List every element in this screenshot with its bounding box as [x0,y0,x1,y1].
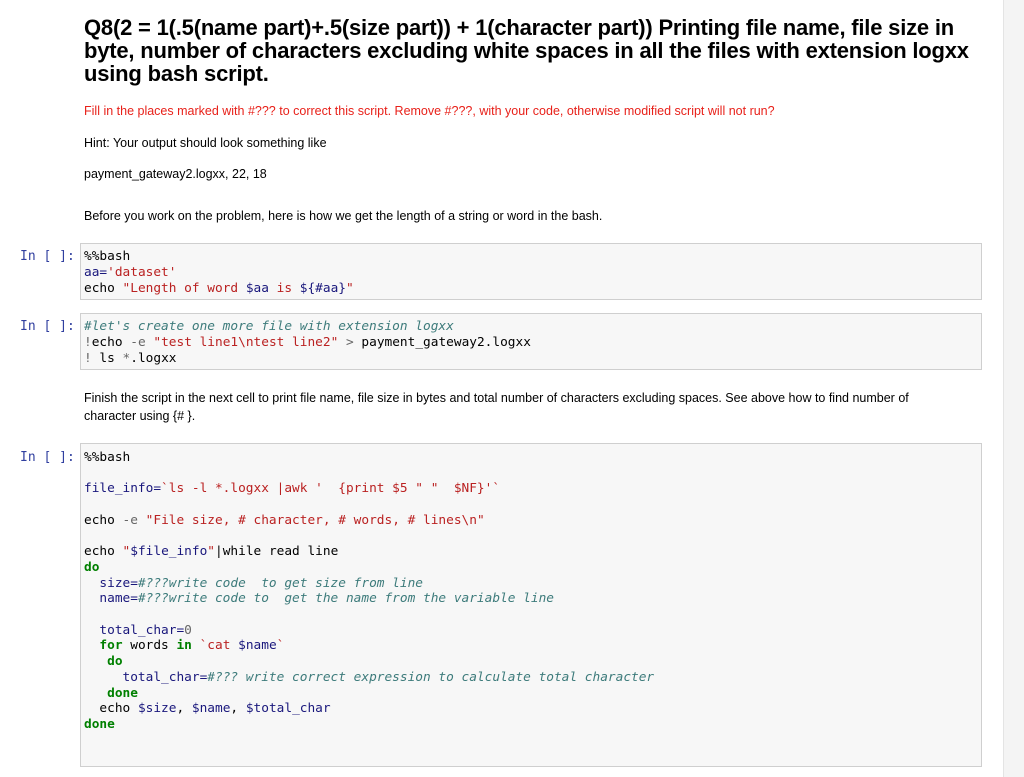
code-token: aa= [84,265,108,280]
code-token: "File size, # character, # words, # line… [145,512,485,528]
code-token: #let's create one more file with extensi… [84,319,454,334]
code-token: echo [91,335,131,350]
code-token: %%bash [84,249,131,264]
code-token: payment_gateway2.logxx [361,335,531,350]
code-token: in [176,638,192,654]
code-token: echo [84,512,123,528]
code-token: -e [122,512,146,528]
code-token: %%bash [84,450,131,465]
code-token: do [84,654,123,670]
code-token: .logxx [130,351,177,366]
code-token: ls [99,351,123,366]
code-token: `cat [191,638,239,654]
code-token: done [84,685,138,701]
code-token: total_char= [84,622,185,638]
finish-text-line1: Finish the script in the next cell to pr… [84,391,909,405]
code-token: ` [276,638,285,654]
instruction-text: Fill in the places marked with #??? to c… [84,104,775,118]
code-token: $file_info [130,544,208,560]
code-token: echo [84,281,123,296]
code-token: $name [191,701,231,717]
code-token: name= [84,591,138,607]
code-token: " [207,544,216,560]
code-token: $aa [245,281,269,296]
code-token: ! [84,335,92,350]
code-token: , [230,701,246,717]
example-output-text: payment_gateway2.logxx, 22, 18 [84,167,267,181]
code-token: 'dataset' [107,265,177,280]
finish-text-line2: character using {# }. [84,409,196,423]
code-token: #???write code to get size from line [137,575,423,591]
code-token: ${#aa} [299,281,346,296]
code-token: for [84,638,123,654]
code-token: " [346,281,354,296]
code-token: |while read line [215,544,339,560]
code-token: `ls -l *.logxx |awk ' {print $5 " " $NF}… [161,481,501,497]
code-token: done [84,716,115,732]
hint-text: Hint: Your output should look something … [84,136,327,150]
code-token: echo [84,701,138,717]
cell-prompt: In [ ]: [20,249,75,264]
code-token: file_info= [84,481,162,497]
code-token: echo [84,544,123,560]
code-token: #??? write correct expression to calcula… [207,669,655,685]
code-token: > [338,335,362,350]
code-token: size= [84,575,138,591]
code-token: is [268,281,300,296]
cell-prompt: In [ ]: [20,450,75,465]
code-token: do [84,559,100,575]
code-token: $size [137,701,177,717]
code-token: total_char= [84,669,208,685]
code-token: "Length of word [122,281,246,296]
notebook-area: Q8(2 = 1(.5(name part)+.5(size part)) + … [0,0,1003,777]
code-token: $name [238,638,277,654]
code-token: , [176,701,192,717]
code-token: $total_char [245,701,331,717]
code-token: ! [84,351,100,366]
code-token: words [122,638,177,654]
code-cell-1-text[interactable]: %%bash aa='dataset' echo "Length of word… [84,249,354,297]
code-token: "test line1\ntest line2" [153,335,339,350]
pre-text: Before you work on the problem, here is … [84,209,603,223]
code-cell-2-text[interactable]: #let's create one more file with extensi… [84,319,531,367]
question-title: Q8(2 = 1(.5(name part)+.5(size part)) + … [84,15,969,86]
code-token: -e [130,335,154,350]
cell-prompt: In [ ]: [20,319,75,334]
code-token: #???write code to get the name from the … [137,591,554,607]
code-token: 0 [184,622,192,638]
scrollbar[interactable] [1003,0,1024,777]
code-cell-3-text[interactable]: %%bash file_info=`ls -l *.logxx |awk ' {… [84,450,654,733]
